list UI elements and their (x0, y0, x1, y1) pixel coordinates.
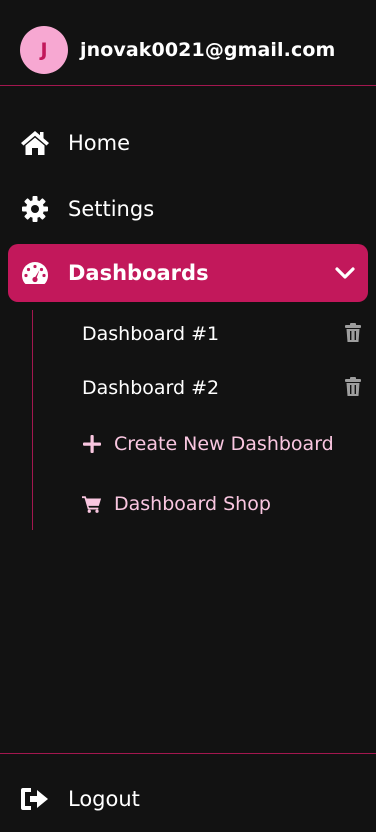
nav-item-dashboards[interactable]: Dashboards (8, 244, 368, 302)
subtree-divider (32, 310, 33, 530)
trash-icon[interactable] (344, 377, 362, 397)
gauge-icon (20, 258, 50, 288)
home-icon (20, 128, 50, 158)
dashboard-shop-button[interactable]: Dashboard Shop (82, 493, 271, 515)
avatar-initial: J (40, 39, 48, 61)
cart-icon (82, 494, 102, 514)
logout-button[interactable]: Logout (8, 770, 368, 828)
user-email: jnovak0021@gmail.com (80, 39, 336, 61)
nav-label-home: Home (68, 131, 131, 155)
dashboard-item-2[interactable]: Dashboard #2 (82, 377, 219, 399)
user-header: J jnovak0021@gmail.com (0, 0, 376, 86)
create-dashboard-label: Create New Dashboard (114, 433, 334, 455)
dashboard-item-1[interactable]: Dashboard #1 (82, 323, 219, 345)
plus-icon (82, 434, 102, 454)
avatar[interactable]: J (20, 26, 68, 74)
sidebar-panel: J jnovak0021@gmail.com Home Settings Das… (0, 0, 376, 832)
nav-item-settings[interactable]: Settings (8, 180, 368, 238)
logout-label: Logout (68, 787, 140, 811)
chevron-down-icon[interactable] (334, 262, 356, 284)
nav-label-settings: Settings (68, 197, 155, 221)
logout-icon (20, 784, 50, 814)
dashboard-shop-label: Dashboard Shop (114, 493, 271, 515)
gear-icon (20, 194, 50, 224)
trash-icon[interactable] (344, 323, 362, 343)
nav-label-dashboards: Dashboards (68, 261, 209, 285)
footer-divider (0, 753, 376, 754)
create-dashboard-button[interactable]: Create New Dashboard (82, 433, 334, 455)
nav-item-home[interactable]: Home (8, 114, 368, 172)
